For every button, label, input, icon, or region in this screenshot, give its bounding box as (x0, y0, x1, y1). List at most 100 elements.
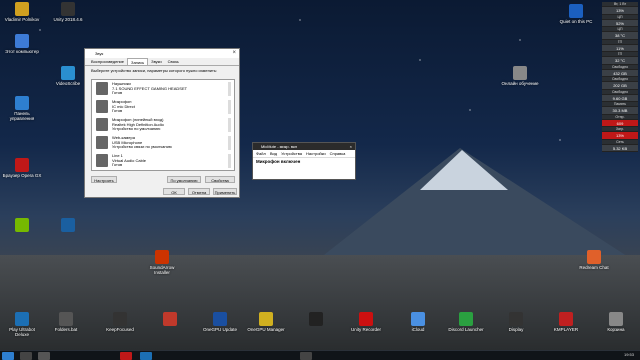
device-list: Наушники 7.1 SOUND EFFECT GAMING HEADSET Г… (91, 79, 235, 171)
opera-icon[interactable] (120, 352, 132, 360)
taskbar-clock[interactable]: 19:53 (624, 352, 634, 357)
desktop-icon-label: Folders.bat (54, 327, 78, 332)
desktop-icon[interactable] (296, 312, 336, 327)
desktop-icon[interactable] (48, 218, 88, 233)
app-icon (15, 34, 29, 48)
desktop-icon-label: Корзина (607, 327, 625, 332)
desktop-icon-label: Unity 2018.4.6 (53, 17, 83, 22)
monitor-value: 11% (602, 44, 638, 52)
app-icon (559, 312, 573, 326)
desktop-icon-label: KeepFocused (106, 327, 134, 332)
close-icon[interactable]: × (232, 49, 236, 58)
desktop-icon-label: Redream Chat (579, 265, 609, 270)
cable-icon (96, 154, 108, 167)
menu-help[interactable]: Справка (330, 151, 346, 156)
desktop-icon[interactable]: Корзина (596, 312, 636, 332)
app-icon (359, 312, 373, 326)
app-icon (59, 312, 73, 326)
desktop-icon[interactable] (150, 312, 190, 327)
app-icon (155, 250, 169, 264)
app-icon (15, 218, 29, 232)
app-icon (259, 312, 273, 326)
desktop-icon[interactable]: Панель управления (2, 96, 42, 121)
device-status: Устройство связи по умолчанию (112, 144, 172, 149)
micmute-titlebar[interactable]: MicMute - микр. вкл × (253, 143, 355, 150)
device-status: Устройство по умолчанию (112, 126, 161, 131)
app-icon[interactable] (300, 352, 312, 360)
desktop-icon-label: iCloud (411, 327, 425, 332)
tab-playback[interactable]: Воспроизведение (88, 58, 127, 65)
menu-settings[interactable]: Настройки (306, 151, 326, 156)
configure-button[interactable]: Настроить (91, 176, 117, 183)
desktop-icon[interactable]: Онлайн обучение (500, 66, 540, 86)
desktop-icon[interactable]: OneGPU Manager (246, 312, 286, 332)
tab-sounds[interactable]: Звуки (148, 58, 164, 65)
list-item[interactable]: Line 1 Virtual Audio Cable Готов (92, 152, 234, 170)
desktop-icon[interactable]: Discord Launcher (446, 312, 486, 332)
monitor-value: 52% (602, 19, 638, 27)
app-icon (15, 96, 29, 110)
tab-communications[interactable]: Связь (165, 58, 182, 65)
desktop-icon[interactable]: Play Ultrabot Deluxe (2, 312, 42, 337)
app-icon (509, 312, 523, 326)
device-status: Готов (112, 108, 123, 113)
list-item[interactable]: Web-камера USB Microphone Устройство связи… (92, 134, 234, 152)
menu-devices[interactable]: Устройства (281, 151, 302, 156)
properties-button[interactable]: Свойства (205, 176, 235, 183)
monitor-value: 38 °C (602, 32, 638, 40)
list-item[interactable]: Микрофон (линейный вход) Realtek High Def… (92, 116, 234, 134)
monitor-value: 32 °C (602, 57, 638, 65)
desktop-icon[interactable]: KMPLAYER (546, 312, 586, 332)
desktop-icon[interactable]: OneGPU Update (200, 312, 240, 332)
app-icon (587, 250, 601, 264)
mountain-snowcap (420, 150, 508, 190)
set-default-button[interactable]: По умолчанию (167, 176, 201, 183)
list-item[interactable]: Микрофон IC mic Direct Готов (92, 98, 234, 116)
monitor-value: 13% (602, 132, 638, 140)
desktop-icon-label: VideoScribe (55, 81, 81, 86)
mic-status: Микрофон включен (256, 159, 301, 164)
desktop-icon-label: Браузер Opera GX (2, 173, 42, 178)
desktop-icon[interactable] (2, 218, 42, 233)
explorer-icon[interactable] (140, 352, 152, 360)
app-icon (309, 312, 323, 326)
desktop-icon[interactable]: SoundArrow Installer (142, 250, 182, 275)
desktop-icon[interactable]: Unity 2018.4.6 (48, 2, 88, 22)
sound-dialog-title: Звук (95, 51, 104, 56)
monitor-value: 30.3 MB (602, 107, 638, 115)
desktop-icon[interactable]: Unity Recorder (346, 312, 386, 332)
ok-button[interactable]: ОК (163, 188, 185, 195)
desktop-icon[interactable]: KeepFocused (100, 312, 140, 332)
app-icon (113, 312, 127, 326)
apply-button[interactable]: Применить (213, 188, 237, 195)
desktop-icon[interactable]: iCloud (398, 312, 438, 332)
desktop-icon[interactable]: Браузер Opera GX (2, 158, 42, 178)
desktop-icon[interactable]: Folders.bat (46, 312, 86, 332)
desktop-icon[interactable]: Этот компьютер (2, 34, 42, 54)
desktop-icon[interactable]: Redream Chat (574, 250, 614, 270)
desktop-icon[interactable]: Display (496, 312, 536, 332)
search-icon[interactable] (20, 352, 32, 360)
start-icon[interactable] (2, 352, 14, 360)
desktop-icon[interactable]: Vladimir Polnikov (2, 2, 42, 22)
menu-view[interactable]: Вид (270, 151, 277, 156)
menu-file[interactable]: Файл (256, 151, 266, 156)
desktop-icon[interactable]: Quiet on this PC (556, 4, 596, 24)
micmute-title: MicMute - микр. вкл (261, 144, 298, 149)
cancel-button[interactable]: Отмена (188, 188, 210, 195)
webcam-icon (96, 136, 108, 149)
monitor-value: 202 GB (602, 82, 638, 90)
monitor-value: 13% (602, 7, 638, 15)
app-icon (609, 312, 623, 326)
task-view-icon[interactable] (38, 352, 50, 360)
list-item[interactable]: Наушники 7.1 SOUND EFFECT GAMING HEADSET Г… (92, 80, 234, 98)
desktop-icon[interactable]: VideoScribe (48, 66, 88, 86)
line-in-icon (96, 118, 108, 131)
tab-recording[interactable]: Запись (127, 58, 149, 65)
desktop-icon-label: SoundArrow Installer (149, 265, 175, 275)
system-monitor-panel: Вт, 1 Вт 13% ЦП 52% ЦП 38 °C ГП 11% ГП 32 °C Свобо… (602, 2, 638, 152)
close-icon[interactable]: × (350, 143, 352, 150)
sound-dialog-titlebar[interactable]: Звук × (85, 49, 239, 58)
device-status: Готов (112, 162, 123, 167)
app-icon (15, 2, 29, 16)
